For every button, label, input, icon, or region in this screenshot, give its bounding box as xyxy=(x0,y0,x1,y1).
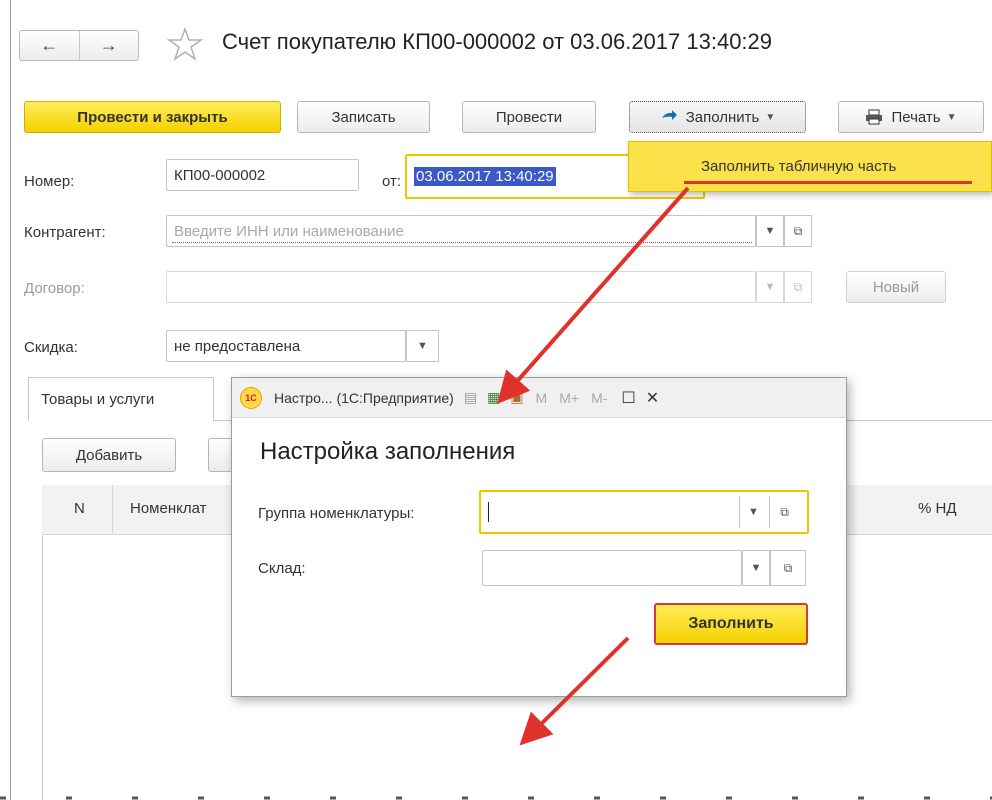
number-field[interactable]: КП00-000002 xyxy=(166,159,359,191)
contract-input[interactable] xyxy=(166,271,756,303)
warehouse-input[interactable] xyxy=(482,550,742,586)
warehouse-dropdown-button[interactable]: ▼ xyxy=(742,550,770,586)
column-header-n[interactable]: N xyxy=(74,500,85,517)
chevron-down-icon: ▼ xyxy=(764,225,776,237)
contractor-placeholder: Введите ИНН или наименование xyxy=(174,222,404,240)
date-value: 03.06.2017 13:40:29 xyxy=(414,167,556,186)
group-dropdown-button[interactable]: ▼ xyxy=(739,496,767,528)
fill-button-label: Заполнить xyxy=(685,108,760,126)
dialog-titlebar: 1С Настро... (1С:Предприятие) ▤ ▦ ▣ M M+… xyxy=(232,378,846,418)
new-contract-button[interactable]: Новый xyxy=(846,271,946,303)
fill-confirm-button[interactable]: Заполнить xyxy=(654,603,808,645)
column-header-nomenclature[interactable]: Номенклат xyxy=(130,500,206,517)
warehouse-open-button[interactable]: ⧉ xyxy=(770,550,806,586)
forward-arrow-icon[interactable]: → xyxy=(78,31,139,60)
discount-label: Скидка: xyxy=(24,339,78,356)
fill-settings-dialog: 1С Настро... (1С:Предприятие) ▤ ▦ ▣ M M+… xyxy=(231,377,847,697)
printer-icon xyxy=(866,109,883,125)
post-button[interactable]: Провести xyxy=(462,101,596,133)
bottom-dashed-edge xyxy=(0,796,992,800)
discount-select[interactable]: не предоставлена xyxy=(166,330,406,362)
date-from-label: от: xyxy=(382,173,402,190)
warehouse-label: Склад: xyxy=(258,560,306,577)
chevron-down-icon: ▼ xyxy=(748,506,759,518)
contract-dropdown-button[interactable]: ▼ xyxy=(756,271,784,303)
close-icon[interactable]: ✕ xyxy=(646,388,659,408)
favorite-star-icon[interactable] xyxy=(165,24,205,64)
chevron-down-icon: ▼ xyxy=(765,111,776,123)
fill-table-part-menu-item[interactable]: Заполнить табличную часть xyxy=(701,158,896,175)
contractor-open-button[interactable]: ⧉ xyxy=(784,215,812,247)
contractor-dropdown-button[interactable]: ▼ xyxy=(756,215,784,247)
nomenclature-group-label: Группа номенклатуры: xyxy=(258,505,415,522)
chevron-down-icon: ▼ xyxy=(750,562,762,574)
post-and-close-button[interactable]: Провести и закрыть xyxy=(24,101,281,133)
annotation-underline xyxy=(684,181,972,184)
discount-dropdown-button[interactable]: ▼ xyxy=(406,330,439,362)
open-form-icon: ⧉ xyxy=(793,279,803,294)
back-arrow-icon[interactable]: ← xyxy=(20,31,79,60)
contractor-label: Контрагент: xyxy=(24,224,106,241)
dialog-heading: Настройка заполнения xyxy=(260,438,516,465)
calendar-icon[interactable]: ▣ xyxy=(510,389,523,406)
tab-goods-label: Товары и услуги xyxy=(41,391,155,408)
chevron-down-icon: ▼ xyxy=(946,111,957,123)
history-nav: ← → xyxy=(19,30,139,61)
printer-icon[interactable]: ▤ xyxy=(464,389,477,406)
tab-goods-services[interactable]: Товары и услуги xyxy=(28,377,214,421)
fill-dropdown-menu: Заполнить табличную часть xyxy=(628,141,992,192)
contract-open-button[interactable]: ⧉ xyxy=(784,271,812,303)
required-field-underline xyxy=(172,242,752,243)
app-logo-icon: 1С xyxy=(240,386,262,409)
text-cursor xyxy=(488,502,489,522)
save-button[interactable]: Записать xyxy=(297,101,430,133)
memory-m-button[interactable]: M xyxy=(536,390,548,406)
chevron-down-icon: ▼ xyxy=(764,281,776,293)
group-open-button[interactable]: ⧉ xyxy=(769,496,799,528)
column-header-vat[interactable]: % НД xyxy=(918,500,957,517)
open-form-icon: ⧉ xyxy=(793,223,803,238)
column-separator xyxy=(112,485,113,535)
fill-arrow-icon xyxy=(661,110,677,120)
number-label: Номер: xyxy=(24,173,75,190)
open-form-icon: ⧉ xyxy=(783,560,793,575)
maximize-icon[interactable]: ☐ xyxy=(621,388,635,408)
discount-value: не предоставлена xyxy=(174,337,301,355)
fill-menu-button[interactable]: Заполнить ▼ xyxy=(629,101,806,133)
chevron-down-icon: ▼ xyxy=(417,340,428,352)
print-button-label: Печать xyxy=(891,108,941,126)
print-menu-button[interactable]: Печать ▼ xyxy=(838,101,984,133)
memory-minus-button[interactable]: M- xyxy=(591,390,607,406)
dialog-window-title: Настро... (1С:Предприятие) xyxy=(274,389,454,406)
add-row-button[interactable]: Добавить xyxy=(42,438,176,472)
calculator-icon[interactable]: ▦ xyxy=(487,389,500,406)
open-form-icon: ⧉ xyxy=(780,504,789,519)
contract-label: Договор: xyxy=(24,280,85,297)
page-title: Счет покупателю КП00-000002 от 03.06.201… xyxy=(222,29,773,54)
memory-plus-button[interactable]: M+ xyxy=(559,390,579,406)
number-value: КП00-000002 xyxy=(174,166,266,184)
